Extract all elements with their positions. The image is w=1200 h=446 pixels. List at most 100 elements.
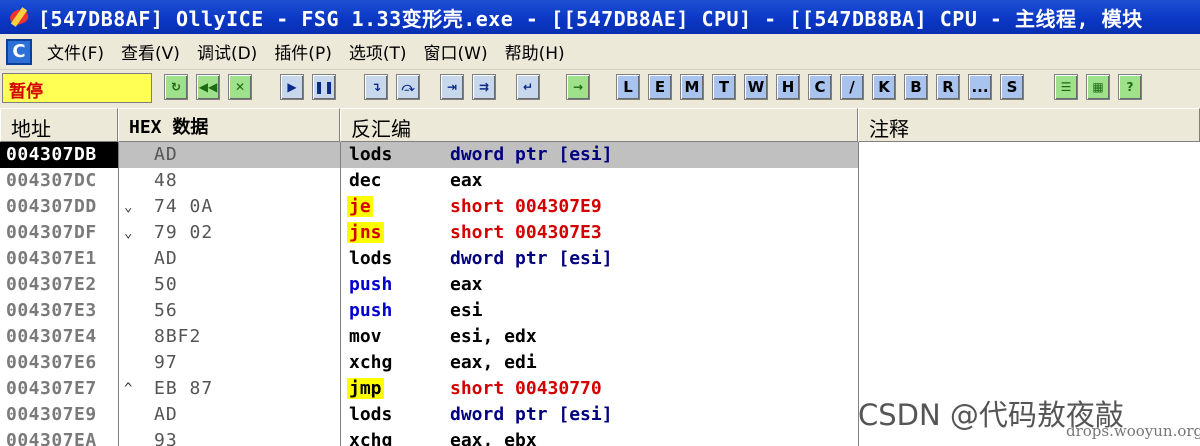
address-cell: 004307DD <box>6 196 97 217</box>
operand-cell: eax, ebx <box>450 430 537 446</box>
mnemonic-text: jmp <box>347 378 384 399</box>
operand-cell: eax <box>450 170 483 191</box>
call-stack-window-button[interactable]: K <box>872 74 896 100</box>
mnemonic-cell: xchg <box>347 428 437 446</box>
table-row[interactable]: 004307EA 93 xchg eax, ebx <box>0 428 858 446</box>
breakpoints-window-button[interactable]: B <box>904 74 928 100</box>
patches-window-button[interactable]: / <box>840 74 864 100</box>
menu-debug[interactable]: 调试(D) <box>188 39 265 64</box>
step-over-icon[interactable]: ⤼ <box>396 74 420 100</box>
jump-arrow-icon <box>124 350 138 376</box>
column-header-address[interactable]: 地址 <box>0 108 118 142</box>
column-header-comment[interactable]: 注释 <box>858 108 1200 142</box>
jump-arrow-icon <box>124 324 138 350</box>
operand-cell: esi, edx <box>450 326 537 347</box>
column-header-disassembly[interactable]: 反汇编 <box>340 108 858 142</box>
address-cell: 004307DC <box>6 170 97 191</box>
address-cell: 004307DF <box>6 222 97 243</box>
operand-cell: short 00430770 <box>450 378 602 399</box>
column-divider <box>340 142 341 446</box>
goto-address-icon[interactable]: → <box>566 74 590 100</box>
menu-file[interactable]: 文件(F) <box>38 39 112 64</box>
references-window-button[interactable]: R <box>936 74 960 100</box>
column-header-hex[interactable]: HEX 数据 <box>118 108 340 142</box>
operand-cell: eax <box>450 274 483 295</box>
mnemonic-text: lods <box>349 404 393 425</box>
address-cell: 004307E3 <box>6 300 97 321</box>
operand-cell: dword ptr [esi] <box>450 404 613 425</box>
close-program-icon[interactable]: ✕ <box>228 74 252 100</box>
address-cell: 004307E9 <box>6 404 97 425</box>
options-list-icon[interactable]: ☰ <box>1054 74 1078 100</box>
trace-into-icon[interactable]: ⇥ <box>440 74 464 100</box>
table-row[interactable]: 004307E9 AD lods dword ptr [esi] <box>0 402 858 428</box>
mnemonic-cell: lods <box>347 402 437 428</box>
modules-window-button[interactable]: E <box>648 74 672 100</box>
jump-arrow-icon: ^ <box>124 381 133 397</box>
operand-cell: short 004307E9 <box>450 196 602 217</box>
run-trace-window-button[interactable]: ... <box>968 74 992 100</box>
hex-cell: AD <box>154 144 178 165</box>
mnemonic-cell: lods <box>347 142 437 168</box>
table-row[interactable]: 004307DB AD lods dword ptr [esi] <box>0 142 858 168</box>
handles-window-button[interactable]: H <box>776 74 800 100</box>
table-row[interactable]: 004307DD ⌄ 74 0A je short 004307E9 <box>0 194 858 220</box>
open-file-icon[interactable]: ↻ <box>164 74 188 100</box>
run-icon[interactable]: ▶ <box>280 74 304 100</box>
title-bar[interactable]: [547DB8AF] OllyICE - FSG 1.33变形壳.exe - [… <box>0 0 1200 34</box>
mnemonic-cell: push <box>347 272 437 298</box>
mnemonic-cell: push <box>347 298 437 324</box>
windows-window-button[interactable]: W <box>744 74 768 100</box>
table-row[interactable]: 004307E3 56 push esi <box>0 298 858 324</box>
hex-cell: 48 <box>154 170 178 191</box>
table-row[interactable]: 004307E7 ^ EB 87 jmp short 00430770 <box>0 376 858 402</box>
jump-arrow-icon <box>124 168 138 194</box>
app-bug-icon[interactable] <box>8 6 30 28</box>
table-row[interactable]: 004307E2 50 push eax <box>0 272 858 298</box>
address-cell: 004307E7 <box>6 378 97 399</box>
mnemonic-text: lods <box>349 144 393 165</box>
source-window-button[interactable]: S <box>1000 74 1024 100</box>
menu-options[interactable]: 选项(T) <box>340 39 415 64</box>
memory-window-button[interactable]: M <box>680 74 704 100</box>
jump-arrow-icon: ⌄ <box>124 225 133 241</box>
table-row[interactable]: 004307DF ⌄ 79 02 jns short 004307E3 <box>0 220 858 246</box>
operand-cell: eax, edi <box>450 352 537 373</box>
execute-till-return-icon[interactable]: ↵ <box>516 74 540 100</box>
menu-view[interactable]: 查看(V) <box>112 39 188 64</box>
menu-help[interactable]: 帮助(H) <box>496 39 573 64</box>
operand-cell: dword ptr [esi] <box>450 144 613 165</box>
mnemonic-text: jns <box>347 222 384 243</box>
menu-window[interactable]: 窗口(W) <box>415 39 496 64</box>
mnemonic-text: lods <box>349 248 393 269</box>
hex-cell: 93 <box>154 430 178 446</box>
hex-cell: 74 0A <box>154 196 214 217</box>
threads-window-button[interactable]: T <box>712 74 736 100</box>
mnemonic-text: dec <box>349 170 382 191</box>
address-cell: 004307E4 <box>6 326 97 347</box>
address-cell: 004307E1 <box>6 248 97 269</box>
watermark-url: drops.wooyun.org <box>1066 422 1200 440</box>
table-row[interactable]: 004307E4 8BF2 mov esi, edx <box>0 324 858 350</box>
hex-cell: AD <box>154 248 178 269</box>
appearance-icon[interactable]: ▦ <box>1086 74 1110 100</box>
restart-icon[interactable]: ◀◀ <box>196 74 220 100</box>
jump-arrow-icon <box>124 298 138 324</box>
jump-arrow-icon <box>124 246 138 272</box>
help-icon[interactable]: ? <box>1118 74 1142 100</box>
trace-over-icon[interactable]: ⇉ <box>472 74 496 100</box>
mnemonic-cell: je <box>347 194 437 220</box>
operand-cell: short 004307E3 <box>450 222 602 243</box>
table-row[interactable]: 004307E6 97 xchg eax, edi <box>0 350 858 376</box>
table-row[interactable]: 004307DC 48 dec eax <box>0 168 858 194</box>
system-menu-icon[interactable]: C <box>6 38 32 65</box>
column-divider <box>118 142 119 446</box>
toolbar: 暂停 ↻ ◀◀ ✕ ▶ ❚❚ ↴ ⤼ ⇥ ⇉ ↵ → L E M T W H C… <box>0 70 1200 106</box>
log-window-button[interactable]: L <box>616 74 640 100</box>
cpu-window-button[interactable]: C <box>808 74 832 100</box>
jump-arrow-icon <box>124 402 138 428</box>
step-into-icon[interactable]: ↴ <box>364 74 388 100</box>
table-row[interactable]: 004307E1 AD lods dword ptr [esi] <box>0 246 858 272</box>
menu-plugins[interactable]: 插件(P) <box>265 39 340 64</box>
pause-icon[interactable]: ❚❚ <box>312 74 336 100</box>
